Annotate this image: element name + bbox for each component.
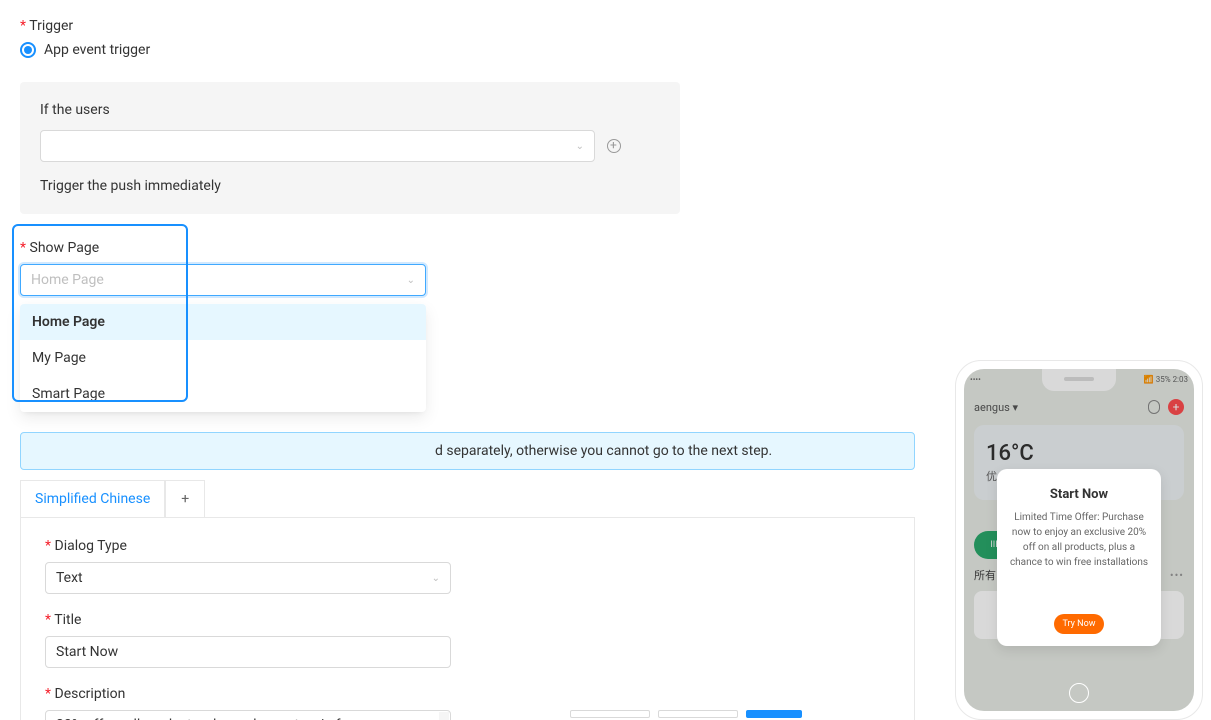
dropdown-option-home-page[interactable]: Home Page	[20, 304, 426, 340]
user-condition-select[interactable]: ⌄	[40, 130, 595, 162]
footer-actions	[570, 710, 802, 718]
preview-dialog: Start Now Limited Time Offer: Purchase n…	[997, 469, 1161, 646]
add-language-tab[interactable]: +	[165, 480, 205, 517]
trigger-label: Trigger	[20, 18, 927, 34]
show-page-placeholder: Home Page	[31, 272, 104, 288]
dropdown-option-my-page[interactable]: My Page	[20, 340, 426, 376]
dropdown-option-smart-page[interactable]: Smart Page	[20, 376, 426, 412]
dialog-type-value: Text	[56, 570, 83, 586]
footer-button-primary[interactable]	[746, 710, 802, 718]
chevron-down-icon: ⌄	[576, 141, 584, 152]
chevron-down-icon: ⌄	[407, 275, 415, 286]
condition-if-users: If the users	[40, 102, 660, 118]
add-condition-button[interactable]	[607, 139, 621, 153]
dialog-type-select[interactable]: Text ⌄	[45, 562, 451, 594]
app-event-trigger-label: App event trigger	[44, 42, 150, 58]
phone-preview: •••• 📶 35% 2:03 aengus ▾ + 16°C	[955, 360, 1203, 720]
show-page-select[interactable]: Home Page ⌄	[20, 264, 426, 296]
title-value: Start Now	[56, 644, 118, 660]
trigger-condition-box: If the users ⌄ Trigger the push immediat…	[20, 82, 680, 214]
content-form: Dialog Type Text ⌄ Title Start Now Descr…	[20, 517, 915, 720]
textarea-scrollbar[interactable]	[439, 712, 449, 720]
preview-dialog-body: Limited Time Offer: Purchase now to enjo…	[1009, 510, 1149, 570]
dialog-type-label: Dialog Type	[45, 538, 890, 554]
footer-button-2[interactable]	[658, 710, 738, 718]
description-label: Description	[45, 686, 890, 702]
app-event-trigger-radio[interactable]	[20, 42, 36, 58]
preview-dialog-cta: Try Now	[1054, 614, 1104, 634]
condition-trigger-immediately: Trigger the push immediately	[40, 178, 660, 194]
show-page-dropdown: Home Page My Page Smart Page	[20, 304, 426, 412]
info-alert: d separately, otherwise you cannot go to…	[20, 432, 915, 470]
preview-dialog-close-icon	[1069, 683, 1089, 703]
footer-button-1[interactable]	[570, 710, 650, 718]
preview-dialog-title: Start Now	[1009, 487, 1149, 502]
chevron-down-icon: ⌄	[432, 573, 440, 584]
description-input[interactable]: 20% off on all products, plus a chance t…	[45, 710, 451, 720]
show-page-label: Show Page	[20, 240, 927, 256]
tab-simplified-chinese[interactable]: Simplified Chinese	[20, 480, 165, 517]
title-label: Title	[45, 612, 890, 628]
title-input[interactable]: Start Now	[45, 636, 451, 668]
